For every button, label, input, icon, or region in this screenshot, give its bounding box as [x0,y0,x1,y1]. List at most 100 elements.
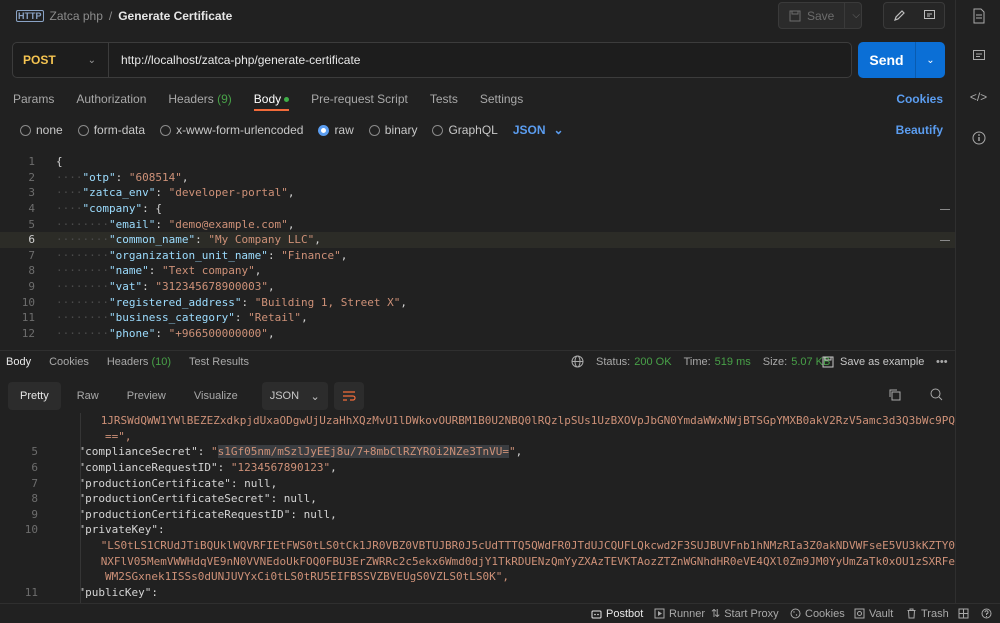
response-line[interactable]: 10 "privateKey": [0,522,955,538]
comments-icon[interactable] [956,49,1000,63]
editor-line[interactable]: 11 ········"business_category": "Retail", [0,310,955,326]
code-snippet-icon[interactable]: </> [956,90,1000,104]
response-format-select[interactable]: JSON ⌄ [261,382,328,410]
tab-headers[interactable]: Headers (9) [168,92,231,106]
chevron-down-icon[interactable]: ⌵ [845,10,860,21]
radio-raw[interactable]: raw [318,123,354,137]
code-token: ···· [56,202,83,216]
editor-line[interactable]: 4 ····"company": { [0,201,955,217]
send-button[interactable]: Send [858,42,916,78]
editor-line[interactable]: 5 ········"email": "demo@example.com", [0,216,955,232]
response-line[interactable]: NXFlV05MemVWWHdqVE9nN0VVNEdoUkFOQ0FBU3Er… [0,553,955,569]
breadcrumb-collection[interactable]: Zatca php [50,9,103,23]
documentation-icon[interactable] [956,8,1000,24]
code-token: , [267,326,275,340]
code-token: ········ [56,311,109,325]
response-line[interactable]: 9 "productionCertificateRequestID": null… [0,507,955,523]
response-body-viewer[interactable]: 1JRSWdQWW1YWlBEZEZxdkpjdUxaODgwUjUzaHhXQ… [0,413,955,603]
time-value[interactable]: 519 ms [715,356,751,368]
editor-line[interactable]: 7 ········"organization_unit_name": "Fina… [0,248,955,264]
save-button[interactable]: Save [779,3,846,28]
vault-button[interactable]: Vault [854,608,893,620]
line-number: 1 [28,155,35,169]
view-tab-pretty[interactable]: Pretty [8,382,61,410]
radio-none[interactable]: none [20,123,63,137]
method-select[interactable]: POST ⌄ [13,43,109,77]
info-icon[interactable] [956,131,1000,145]
response-line[interactable]: 7 "productionCertificate": null, [0,475,955,491]
send-options-chevron-icon[interactable]: ⌄ [916,42,945,78]
fold-marker-icon[interactable] [940,240,950,241]
line-code: NXFlV05MemVWWHdqVE9nN0VVNEdoUkFOQ0FBU3Er… [34,555,955,568]
tab-pre-request-script[interactable]: Pre-request Script [311,92,408,106]
beautify-button[interactable]: Beautify [896,123,943,137]
right-sidebar: </> [955,0,1000,603]
request-body-editor[interactable]: 1{2 ····"otp": "608514", 3 ····"zatca_env":… [0,154,955,342]
tab-authorization[interactable]: Authorization [76,92,146,106]
radio-x-www-form-urlencoded[interactable]: x-www-form-urlencoded [160,123,303,137]
globe-icon[interactable] [571,355,584,368]
line-number: 10 [21,295,35,309]
status-value[interactable]: 200 OK [634,356,671,368]
cookies-button[interactable]: Cookies [790,608,845,620]
editor-line[interactable]: 1{ [0,154,955,170]
copy-icon[interactable] [888,388,901,404]
breadcrumb-request[interactable]: Generate Certificate [118,9,232,23]
response-line[interactable]: 11 "publicKey": [0,585,955,601]
view-tab-preview[interactable]: Preview [115,382,178,410]
more-options-icon[interactable]: ••• [936,356,948,368]
save-button-group[interactable]: Save ⌵ [778,2,862,29]
save-as-example-button[interactable]: Save as example [822,356,924,368]
runner-button[interactable]: Runner [654,608,705,620]
body-format-select[interactable]: JSON ⌄ [513,123,564,137]
response-line[interactable]: 1JRSWdQWW1YWlBEZEZxdkpjdUxaODgwUjUzaHhXQ… [0,413,955,429]
response-line[interactable]: WM2SGxnek1ISSs0dUNJUVYxCi0tLS0tRU5EIFBSS… [0,569,955,585]
postbot-button[interactable]: Postbot [591,608,643,620]
trash-button[interactable]: Trash [906,608,949,620]
tab-body[interactable]: Body [253,92,290,111]
search-icon[interactable] [930,388,943,404]
code-token: , [400,295,408,309]
breadcrumb-separator: / [108,9,113,23]
pencil-icon[interactable] [884,3,914,28]
tab-settings[interactable]: Settings [480,92,523,106]
response-tab-body[interactable]: Body [6,356,31,368]
comment-icon[interactable] [914,3,944,28]
cookies-link[interactable]: Cookies [896,92,943,106]
line-code: 1JRSWdQWW1YWlBEZEZxdkpjdUxaODgwUjUzaHhXQ… [34,414,955,427]
editor-line[interactable]: 9 ········"vat": "312345678900003", [0,279,955,295]
tab-tests[interactable]: Tests [430,92,458,106]
editor-line[interactable]: 12 ········"phone": "+966500000000", [0,326,955,342]
wrap-lines-icon[interactable] [333,382,364,410]
view-tab-visualize[interactable]: Visualize [182,382,250,410]
response-tab-headers[interactable]: Headers (10) [107,356,171,368]
view-tab-raw[interactable]: Raw [65,382,111,410]
editor-line[interactable]: 8 ········"name": "Text company", [0,263,955,279]
response-line[interactable]: ==", [0,429,955,445]
line-number: 5 [31,445,38,459]
response-line[interactable]: 6 "complianceRequestID": "1234567890123"… [0,460,955,476]
tab-params[interactable]: Params [13,92,54,106]
layout-grid-icon[interactable] [958,608,969,619]
code-token: "phone" [108,326,156,340]
response-line[interactable]: 5 "complianceSecret": "s1Gf05nm/mSzlJyEE… [0,444,955,460]
editor-line[interactable]: 10 ········"registered_address": "Buildin… [0,294,955,310]
response-line[interactable]: "LS0tLS1CRUdJTiBQUklWQVRFIEtFWS0tLS0tCk1… [0,538,955,554]
response-tab-cookies[interactable]: Cookies [49,356,89,368]
start-proxy-button[interactable]: ⇅ Start Proxy [711,607,779,621]
response-tab-test-results[interactable]: Test Results [189,356,249,368]
help-icon[interactable] [981,608,992,619]
editor-line[interactable]: 2 ····"otp": "608514", [0,170,955,186]
radio-selected-icon [318,124,330,136]
radio-label: GraphQL [448,123,498,137]
fold-marker-icon[interactable] [940,209,950,210]
radio-graphql[interactable]: GraphQL [432,123,498,137]
editor-line[interactable]: 3 ····"zatca_env": "developer-portal", [0,185,955,201]
postbot-label: Postbot [606,607,644,620]
editor-line[interactable]: 6 ········"common_name": "My Company LLC"… [0,231,955,248]
radio-binary[interactable]: binary [368,123,417,137]
radio-form-data[interactable]: form-data [77,123,145,137]
response-line[interactable]: 8 "productionCertificateSecret": null, [0,491,955,507]
line-code: ········"business_category": "Retail", [40,311,308,324]
url-input[interactable]: http://localhost/zatca-php/generate-cert… [109,53,360,67]
